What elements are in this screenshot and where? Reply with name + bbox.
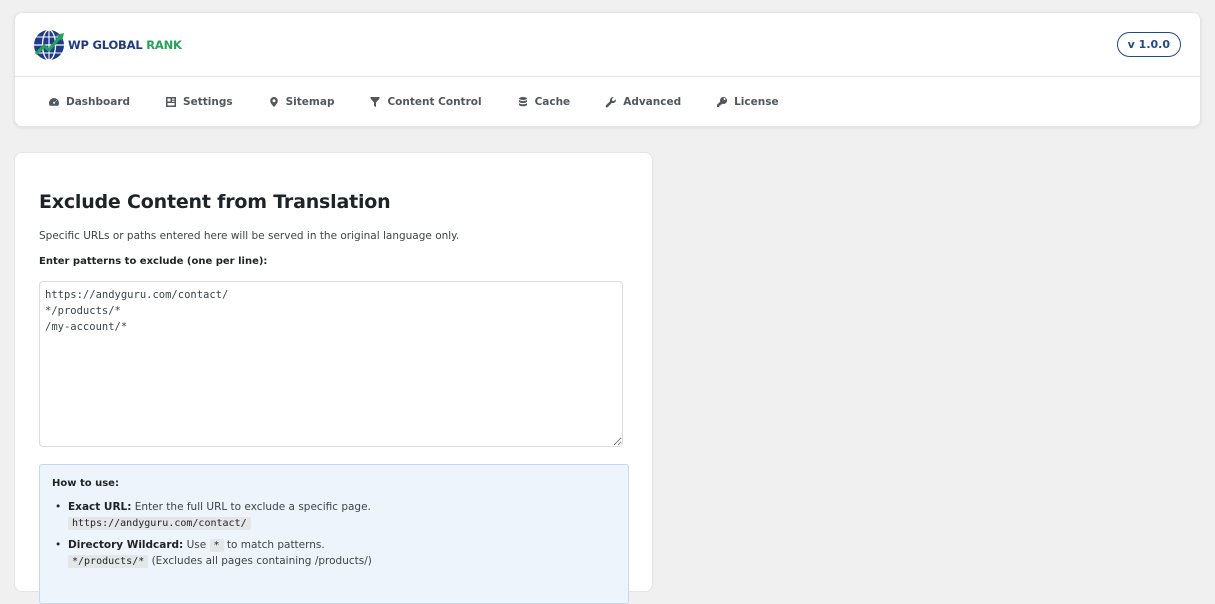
- help-title: How to use:: [52, 478, 119, 489]
- nav-item-label: Sitemap: [285, 95, 335, 108]
- location-pin-icon: [269, 96, 278, 107]
- database-icon: [518, 96, 527, 106]
- nav-item-license[interactable]: License: [716, 95, 779, 108]
- nav-item-label: Dashboard: [66, 95, 131, 108]
- patterns-label: Enter patterns to exclude (one per line)…: [39, 256, 268, 267]
- exclude-content-card: Exclude Content from Translation Specifi…: [14, 152, 653, 604]
- globe-logo-icon: [34, 28, 64, 61]
- header-card: WP GLOBAL RANK v 1.0.0 Dashboard Setting…: [14, 12, 1201, 127]
- nav-item-label: Content Control: [387, 95, 482, 108]
- help-item-label: Exact URL:: [68, 501, 132, 513]
- wrench-icon: [605, 96, 617, 107]
- logo-text: WP GLOBAL RANK: [68, 38, 182, 52]
- brand-row: WP GLOBAL RANK v 1.0.0: [15, 13, 1200, 77]
- code-note: (Excludes all pages containing /products…: [148, 555, 372, 567]
- how-to-use-box: How to use: Exact URL: Enter the full UR…: [39, 464, 629, 604]
- nav-item-label: Settings: [183, 95, 233, 108]
- settings-icon: [166, 96, 177, 107]
- page-description: Specific URLs or paths entered here will…: [39, 230, 460, 242]
- main-nav: Dashboard Settings Sitemap Content Contr…: [15, 77, 1200, 126]
- help-item-text: Use: [183, 539, 210, 551]
- inline-code: *: [209, 539, 224, 552]
- logo-text-accent: RANK: [146, 37, 182, 52]
- help-list: Exact URL: Enter the full URL to exclude…: [52, 500, 616, 569]
- help-item-label: Directory Wildcard:: [68, 539, 184, 551]
- nav-item-dashboard[interactable]: Dashboard: [48, 96, 130, 108]
- page-title: Exclude Content from Translation: [39, 191, 391, 213]
- help-item-exact-url: Exact URL: Enter the full URL to exclude…: [52, 500, 616, 531]
- logo-text-primary: WP GLOBAL: [68, 37, 143, 52]
- key-icon: [717, 96, 728, 107]
- help-item-text: Enter the full URL to exclude a specific…: [131, 501, 371, 513]
- nav-item-label: Advanced: [623, 95, 682, 108]
- nav-item-settings[interactable]: Settings: [165, 96, 233, 108]
- example-code: */products/*: [68, 555, 149, 568]
- nav-item-advanced[interactable]: Advanced: [605, 96, 681, 108]
- help-item-text: to match patterns.: [223, 539, 325, 551]
- nav-item-label: Cache: [534, 95, 571, 108]
- nav-item-content-control[interactable]: Content Control: [369, 95, 482, 108]
- version-badge: v 1.0.0: [1116, 32, 1181, 57]
- filter-icon: [370, 96, 380, 107]
- logo[interactable]: WP GLOBAL RANK: [33, 28, 182, 62]
- example-code: https://andyguru.com/contact/: [68, 517, 251, 530]
- exclude-patterns-textarea[interactable]: [39, 281, 623, 447]
- nav-item-sitemap[interactable]: Sitemap: [268, 95, 335, 108]
- nav-item-label: License: [734, 95, 779, 108]
- dashboard-icon: [49, 97, 59, 106]
- nav-item-cache[interactable]: Cache: [517, 95, 571, 108]
- help-item-wildcard: Directory Wildcard: Use * to match patte…: [52, 538, 616, 569]
